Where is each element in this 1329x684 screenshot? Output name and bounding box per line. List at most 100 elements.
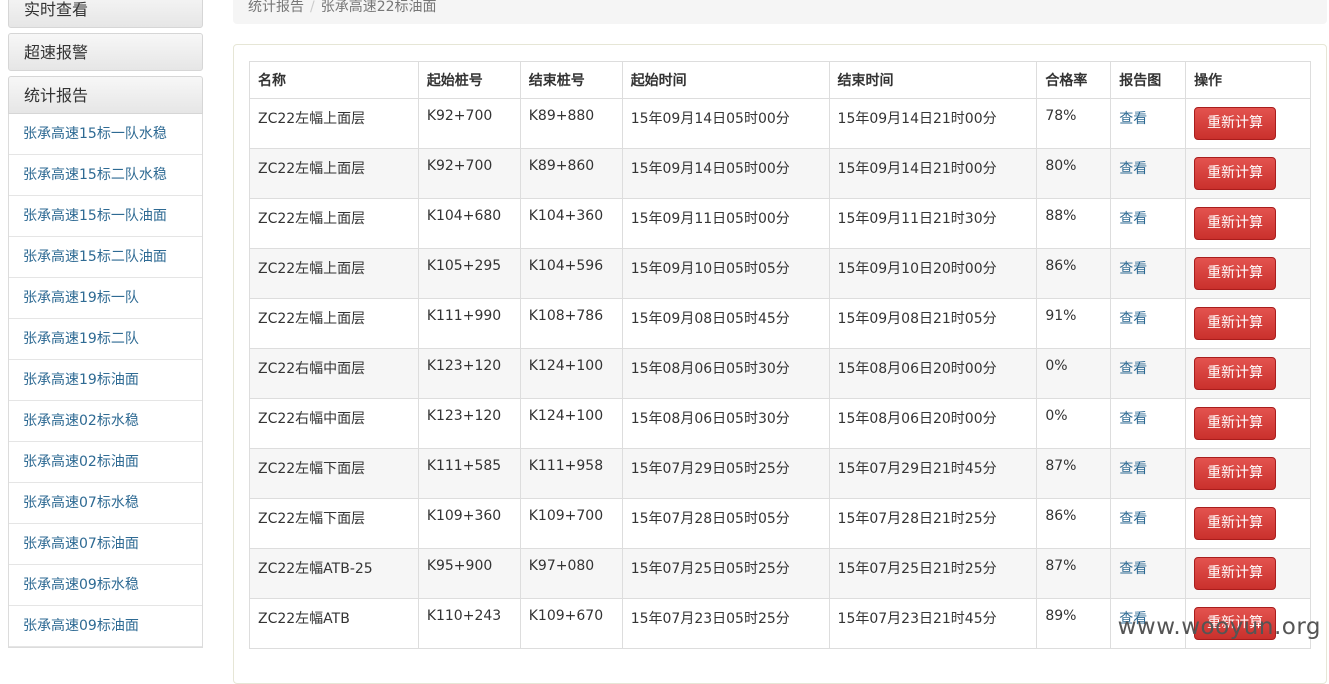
column-header: 起始时间 xyxy=(621,61,830,99)
menu-overspeed-alarm[interactable]: 超速报警 xyxy=(8,33,203,71)
cell-start-time: 15年09月14日05时00分 xyxy=(621,98,830,149)
sidebar-item-report[interactable]: 张承高速15标一队水稳 xyxy=(9,114,202,155)
cell-pass-rate: 80% xyxy=(1036,148,1112,199)
cell-pass-rate: 78% xyxy=(1036,98,1112,149)
cell-name: ZC22左幅上面层 xyxy=(249,248,419,299)
breadcrumb-root[interactable]: 统计报告 xyxy=(248,0,304,15)
sidebar-item-report[interactable]: 张承高速07标油面 xyxy=(9,524,202,565)
cell-report-chart: 查看 xyxy=(1110,148,1187,199)
cell-start-time: 15年09月10日05时05分 xyxy=(621,248,830,299)
cell-end-time: 15年09月14日21时00分 xyxy=(828,148,1038,199)
column-header: 名称 xyxy=(249,61,419,99)
cell-end-station: K97+080 xyxy=(519,548,623,599)
cell-pass-rate: 87% xyxy=(1036,448,1112,499)
sidebar-item-report[interactable]: 张承高速19标一队 xyxy=(9,278,202,319)
sidebar-item-report[interactable]: 张承高速02标水稳 xyxy=(9,401,202,442)
table-row: ZC22左幅上面层 K111+990 K108+786 15年09月08日05时45分… xyxy=(249,298,1311,349)
cell-start-station: K92+700 xyxy=(417,148,521,199)
table-row: ZC22右幅中面层 K123+120 K124+100 15年08月06日05时30分… xyxy=(249,348,1311,399)
cell-end-time: 15年08月06日20时00分 xyxy=(828,348,1038,399)
recalculate-button[interactable]: 重新计算 xyxy=(1194,107,1277,140)
cell-end-time: 15年09月10日20时00分 xyxy=(828,248,1038,299)
cell-end-time: 15年09月14日21时00分 xyxy=(828,98,1038,149)
cell-start-time: 15年09月08日05时45分 xyxy=(621,298,830,349)
cell-name: ZC22左幅上面层 xyxy=(249,98,419,149)
cell-name: ZC22右幅中面层 xyxy=(249,398,419,449)
cell-end-station: K104+596 xyxy=(519,248,623,299)
cell-start-station: K110+243 xyxy=(417,598,521,649)
cell-end-station: K109+700 xyxy=(519,498,623,549)
cell-actions: 重新计算 xyxy=(1185,498,1311,549)
cell-start-time: 15年07月25日05时25分 xyxy=(621,548,830,599)
table-row: ZC22右幅中面层 K123+120 K124+100 15年08月06日05时30分… xyxy=(249,398,1311,449)
cell-pass-rate: 91% xyxy=(1036,298,1112,349)
cell-actions: 重新计算 xyxy=(1185,548,1311,599)
cell-actions: 重新计算 xyxy=(1185,248,1311,299)
view-report-link[interactable]: 查看 xyxy=(1119,161,1147,177)
cell-start-time: 15年08月06日05时30分 xyxy=(621,398,830,449)
table-row: ZC22左幅ATB-25 K95+900 K97+080 15年07月25日05时25… xyxy=(249,548,1311,599)
table-row: ZC22左幅上面层 K105+295 K104+596 15年09月10日05时05分… xyxy=(249,248,1311,299)
cell-start-station: K92+700 xyxy=(417,98,521,149)
cell-name: ZC22左幅上面层 xyxy=(249,298,419,349)
cell-pass-rate: 89% xyxy=(1036,598,1112,649)
cell-start-time: 15年09月14日05时00分 xyxy=(621,148,830,199)
cell-report-chart: 查看 xyxy=(1110,298,1187,349)
sidebar-item-report[interactable]: 张承高速15标二队油面 xyxy=(9,237,202,278)
table-row: ZC22左幅上面层 K92+700 K89+860 15年09月14日05时00分 15… xyxy=(249,148,1311,199)
recalculate-button[interactable]: 重新计算 xyxy=(1194,207,1277,240)
sidebar-item-report[interactable]: 张承高速09标油面 xyxy=(9,606,202,647)
report-table: 名称 起始桩号 结束桩号 起始时间 结束时间 合格率 报告图 操作 ZC22左幅上面层 K92+… xyxy=(249,61,1311,649)
view-report-link[interactable]: 查看 xyxy=(1119,561,1147,577)
breadcrumb-separator: / xyxy=(310,0,315,15)
view-report-link[interactable]: 查看 xyxy=(1119,361,1147,377)
sidebar-item-report[interactable]: 张承高速02标油面 xyxy=(9,442,202,483)
cell-end-station: K124+100 xyxy=(519,348,623,399)
cell-report-chart: 查看 xyxy=(1110,348,1187,399)
cell-end-time: 15年09月08日21时05分 xyxy=(828,298,1038,349)
table-header-row: 名称 起始桩号 结束桩号 起始时间 结束时间 合格率 报告图 操作 xyxy=(249,61,1311,99)
recalculate-button[interactable]: 重新计算 xyxy=(1194,257,1277,290)
sidebar-item-report[interactable]: 张承高速19标二队 xyxy=(9,319,202,360)
sidebar-item-report[interactable]: 张承高速15标二队水稳 xyxy=(9,155,202,196)
view-report-link[interactable]: 查看 xyxy=(1119,411,1147,427)
cell-start-station: K111+585 xyxy=(417,448,521,499)
recalculate-button[interactable]: 重新计算 xyxy=(1194,557,1277,590)
cell-report-chart: 查看 xyxy=(1110,98,1187,149)
view-report-link[interactable]: 查看 xyxy=(1119,261,1147,277)
view-report-link[interactable]: 查看 xyxy=(1119,111,1147,127)
view-report-link[interactable]: 查看 xyxy=(1119,511,1147,527)
cell-end-time: 15年07月29日21时45分 xyxy=(828,448,1038,499)
cell-start-time: 15年07月28日05时05分 xyxy=(621,498,830,549)
cell-report-chart: 查看 xyxy=(1110,448,1187,499)
recalculate-button[interactable]: 重新计算 xyxy=(1194,357,1277,390)
cell-start-time: 15年09月11日05时00分 xyxy=(621,198,830,249)
sidebar-item-report[interactable]: 张承高速15标一队油面 xyxy=(9,196,202,237)
recalculate-button[interactable]: 重新计算 xyxy=(1194,157,1277,190)
recalculate-button[interactable]: 重新计算 xyxy=(1194,507,1277,540)
view-report-link[interactable]: 查看 xyxy=(1119,211,1147,227)
view-report-link[interactable]: 查看 xyxy=(1119,311,1147,327)
cell-end-station: K89+880 xyxy=(519,98,623,149)
recalculate-button[interactable]: 重新计算 xyxy=(1194,457,1277,490)
sidebar-item-report[interactable]: 张承高速07标水稳 xyxy=(9,483,202,524)
recalculate-button[interactable]: 重新计算 xyxy=(1194,307,1277,340)
breadcrumb-current: 张承高速22标油面 xyxy=(320,0,437,15)
sidebar-item-report[interactable]: 张承高速09标水稳 xyxy=(9,565,202,606)
cell-report-chart: 查看 xyxy=(1110,248,1187,299)
cell-name: ZC22左幅上面层 xyxy=(249,148,419,199)
cell-name: ZC22左幅上面层 xyxy=(249,198,419,249)
cell-actions: 重新计算 xyxy=(1185,148,1311,199)
recalculate-button[interactable]: 重新计算 xyxy=(1194,407,1277,440)
sidebar-item-report[interactable]: 张承高速19标油面 xyxy=(9,360,202,401)
cell-start-time: 15年07月23日05时25分 xyxy=(621,598,830,649)
menu-realtime-view[interactable]: 实时查看 xyxy=(8,0,203,28)
cell-name: ZC22左幅下面层 xyxy=(249,448,419,499)
table-row: ZC22左幅上面层 K104+680 K104+360 15年09月11日05时00分… xyxy=(249,198,1311,249)
menu-statistics-report[interactable]: 统计报告 xyxy=(8,76,203,114)
cell-report-chart: 查看 xyxy=(1110,548,1187,599)
cell-pass-rate: 88% xyxy=(1036,198,1112,249)
view-report-link[interactable]: 查看 xyxy=(1119,461,1147,477)
column-header: 起始桩号 xyxy=(417,61,521,99)
cell-name: ZC22左幅下面层 xyxy=(249,498,419,549)
